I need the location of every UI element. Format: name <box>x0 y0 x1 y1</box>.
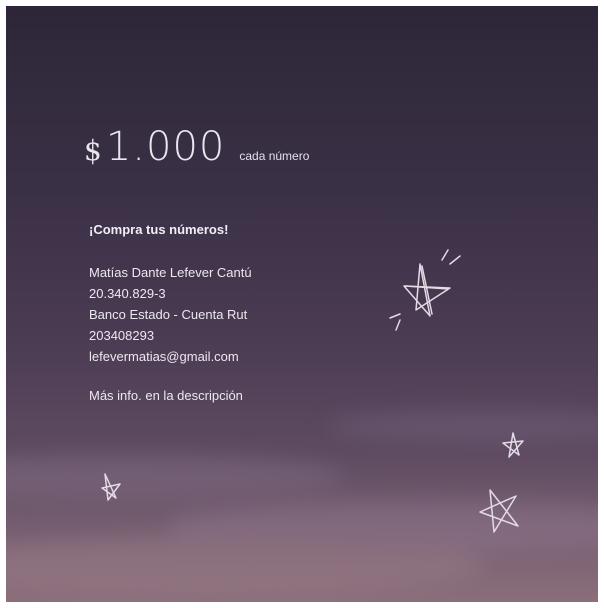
bank-name: Banco Estado - Cuenta Rut <box>89 307 248 322</box>
contact-email: lefevermatias@gmail.com <box>89 349 239 364</box>
payment-details: Matías Dante Lefever Cantú 20.340.829-3 … <box>89 262 252 367</box>
more-info-note: Más info. en la descripción <box>89 388 243 403</box>
star-large-icon <box>389 249 461 331</box>
price-amount: 1.000 <box>105 124 226 170</box>
account-rut: 20.340.829-3 <box>89 286 166 301</box>
star-medium-icon <box>479 489 519 533</box>
account-number: 203408293 <box>89 328 155 343</box>
call-to-action-heading: ¡Compra tus números! <box>89 222 229 237</box>
raffle-poster: $1.000 cada número ¡Compra tus números! M… <box>6 6 598 602</box>
account-holder-name: Matías Dante Lefever Cantú <box>89 265 252 280</box>
currency-symbol: $ <box>84 134 102 167</box>
price-display: $1.000 cada número <box>84 124 309 170</box>
star-small-icon <box>101 473 121 501</box>
price-unit-label: cada número <box>239 149 310 163</box>
star-tiny-icon <box>502 432 524 458</box>
